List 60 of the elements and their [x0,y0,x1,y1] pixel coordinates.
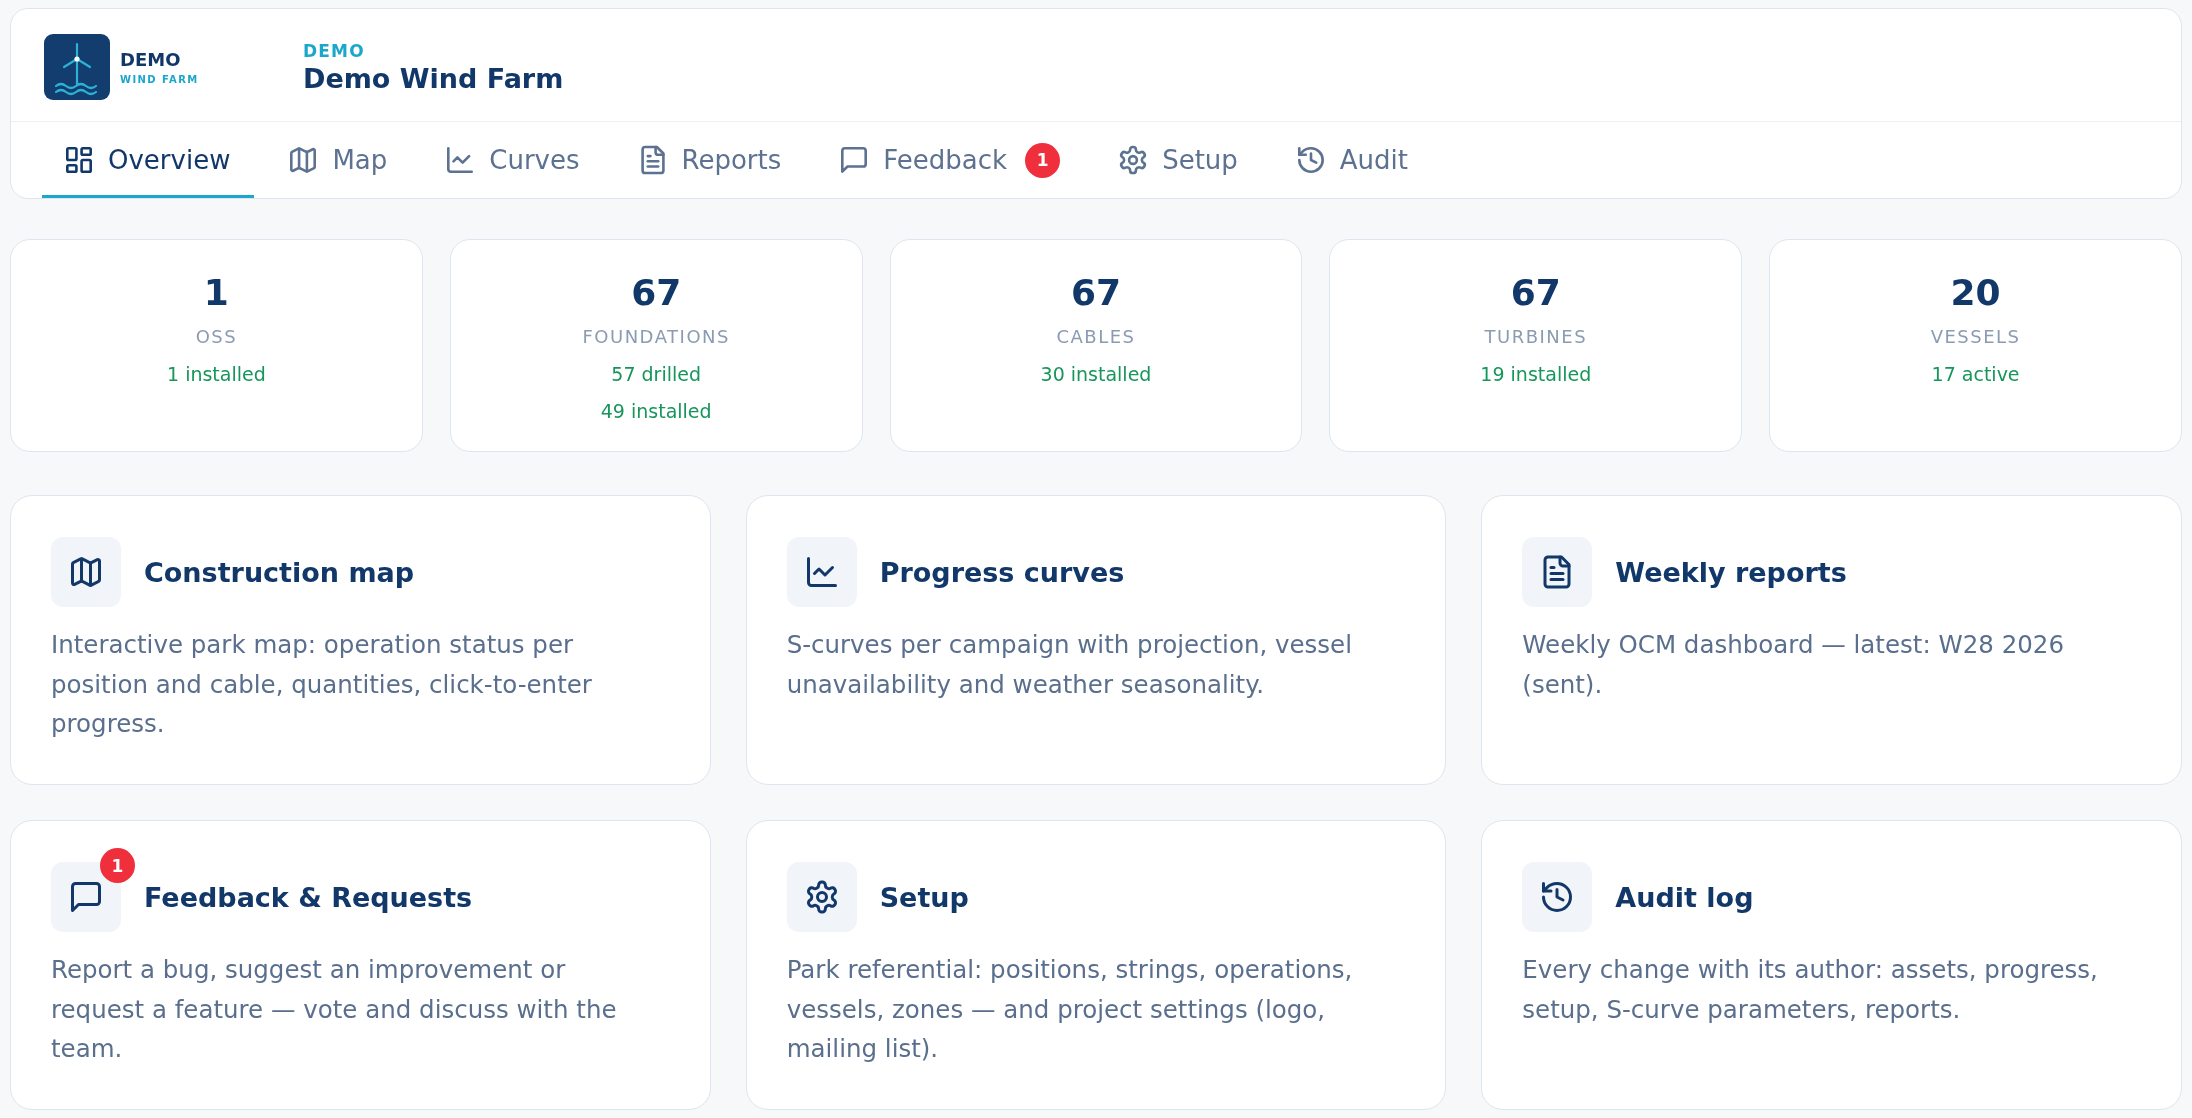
stat-value: 1 [203,271,229,315]
chat-bubble-icon [841,147,868,173]
feature-card[interactable]: Setup Park referential: positions, strings, operations, vessels, zones — and project settings (logo, mailing list). [745,820,1447,1110]
document-icon [1522,537,1593,607]
stat-detail: 19 installed [1480,362,1592,387]
stat-detail: 49 installed [600,399,712,424]
project-title: Demo Wind Farm [303,62,564,94]
brand-tagline: WIND FARM [120,74,199,85]
card-title: Audit log [1615,881,1754,913]
history-icon [1297,147,1324,173]
dashboard-grid-icon [66,147,92,173]
card-title: Feedback & Requests [144,881,473,913]
stat-detail: 57 drilled [611,362,702,387]
card-description: Every change with its author: assets, progress, setup, S-curve parameters, reports. [1522,954,2099,1026]
card-title: Setup [879,881,969,913]
stat-value: 67 [1070,271,1122,315]
line-chart-icon [786,537,857,607]
feature-card[interactable]: Progress curves S-curves per campaign with projection, vessel unavailability and weather seasonality. [745,495,1447,785]
nav-tab[interactable]: Curves [423,122,604,198]
stat-detail: 30 installed [1040,362,1152,387]
stat-value: 67 [1510,271,1561,315]
card-description: S-curves per campaign with projection, vessel unavailability and weather seasonality. [786,629,1353,701]
nav-tab[interactable]: Overview [42,122,255,198]
feature-card[interactable]: Audit log Every change with its author: assets, progress, setup, S-curve parameters, reports. [1481,820,2182,1110]
nav-tab[interactable]: Reports [615,122,806,198]
map-icon [51,537,121,607]
card-description: Report a bug, suggest an improvement or request a feature — vote and discuss with the team. [51,954,618,1065]
logo-icon [44,34,110,100]
count-badge: 1 [100,848,135,883]
feature-card[interactable]: 1 Feedback & Requests Report a bug, suggest an improvement or request a feature — vote and discuss with the team. [10,820,711,1110]
stat-label: VESSELS [1930,325,2021,349]
settings-icon [1120,147,1147,173]
history-icon [1522,862,1593,932]
stat-value: 20 [1950,271,2001,315]
stat-value: 67 [631,271,682,315]
stat-label: OSS [195,325,238,349]
settings-icon [786,862,857,932]
project-label: DEMO [303,40,366,61]
card-description: Interactive park map: operation status per position and cable, quantities, click-to-enter progress. [51,629,593,740]
stat-label: CABLES [1056,325,1136,349]
feature-card[interactable]: Weekly reports Weekly OCM dashboard — latest: W28 2026 (sent). [1481,495,2182,785]
card-description: Weekly OCM dashboard — latest: W28 2026 (sent). [1522,629,2065,701]
document-icon [639,147,666,173]
stat-detail: 1 installed [167,362,266,387]
nav-tab[interactable]: Map [266,122,412,198]
card-title: Construction map [144,556,415,588]
card-description: Park referential: positions, strings, operations, vessels, zones — and project settings (logo, mailing list). [786,954,1354,1065]
card-title: Weekly reports [1615,556,1847,588]
stat-detail: 17 active [1931,362,2020,387]
card-title: Progress curves [879,556,1125,588]
nav-tab[interactable]: Setup [1096,122,1262,198]
nav-tab[interactable]: Audit [1273,122,1432,198]
nav-tab[interactable]: Feedback 1 [817,122,1085,198]
stat-label: FOUNDATIONS [582,325,730,349]
count-badge: 1 [1025,142,1061,178]
line-chart-icon [447,147,474,173]
feature-card[interactable]: Construction map Interactive park map: operation status per position and cable, quantities, click-to-enter progress. [10,495,711,785]
stat-label: TURBINES [1484,325,1588,349]
brand-name: DEMO [120,49,182,70]
map-icon [290,147,317,173]
